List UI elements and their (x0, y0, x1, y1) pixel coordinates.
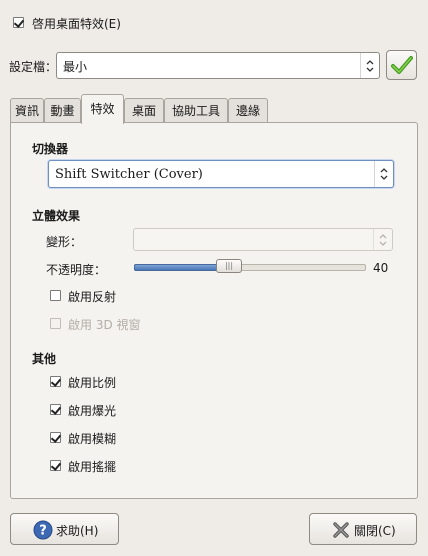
enable-effects-checkbox[interactable] (13, 17, 24, 28)
chevron-updown-icon (374, 161, 393, 187)
tab-edges[interactable]: 邊緣 (228, 98, 268, 122)
chevron-updown-icon (373, 229, 392, 250)
help-icon: ? (33, 520, 53, 540)
expo-label[interactable]: 啟用爆光 (68, 402, 116, 419)
tab-desktop[interactable]: 桌面 (124, 98, 164, 122)
blur-label[interactable]: 啟用模糊 (68, 430, 116, 447)
opacity-slider-handle[interactable]: ||| (216, 259, 242, 273)
other-heading: 其他 (32, 352, 57, 366)
tab-info[interactable]: 資訊 (10, 98, 44, 122)
wobbly-label[interactable]: 啟用搖擺 (68, 458, 116, 475)
effects-panel: 切換器 Shift Switcher (Cover) 立體效果 變形： 不透明度… (10, 122, 418, 499)
profile-label: 設定檔： (9, 60, 58, 74)
switcher-heading: 切換器 (32, 142, 69, 156)
wobbly-checkbox[interactable] (50, 460, 61, 471)
checkmark-icon (391, 56, 413, 74)
deform-combo (133, 228, 393, 251)
close-icon (333, 522, 349, 538)
close-label: 關閉(C) (354, 524, 396, 538)
windows3d-label: 啟用 3D 視窗 (68, 318, 141, 332)
profile-value: 最小 (63, 60, 88, 74)
expo-checkbox[interactable] (50, 404, 61, 415)
apply-profile-button[interactable] (386, 50, 417, 80)
help-button[interactable]: ? 求助(H) (10, 513, 119, 545)
tab-animation[interactable]: 動畫 (44, 98, 81, 122)
reflection-checkbox[interactable] (50, 290, 61, 301)
help-label: 求助(H) (56, 524, 99, 538)
scale-checkbox[interactable] (50, 376, 61, 387)
profile-combo[interactable]: 最小 (56, 52, 380, 79)
deform-label: 變形： (46, 235, 83, 249)
opacity-slider[interactable]: ||| (134, 259, 366, 273)
switcher-combo[interactable]: Shift Switcher (Cover) (48, 160, 394, 188)
opacity-label: 不透明度： (46, 263, 107, 277)
reflection-label[interactable]: 啟用反射 (68, 288, 116, 305)
tab-accessibility[interactable]: 協助工具 (164, 98, 228, 122)
close-button[interactable]: 關閉(C) (309, 513, 417, 545)
effects3d-heading: 立體效果 (32, 209, 81, 223)
enable-effects-label[interactable]: 啓用桌面特效(E) (32, 15, 121, 32)
scale-label[interactable]: 啟用比例 (68, 374, 116, 391)
blur-checkbox[interactable] (50, 432, 61, 443)
chevron-updown-icon (360, 53, 379, 78)
opacity-value: 40 (373, 261, 389, 275)
svg-text:?: ? (39, 524, 47, 539)
switcher-value: Shift Switcher (Cover) (55, 167, 203, 182)
opacity-slider-fill (134, 264, 222, 271)
tab-effects[interactable]: 特效 (81, 94, 124, 124)
windows3d-checkbox (50, 318, 61, 329)
